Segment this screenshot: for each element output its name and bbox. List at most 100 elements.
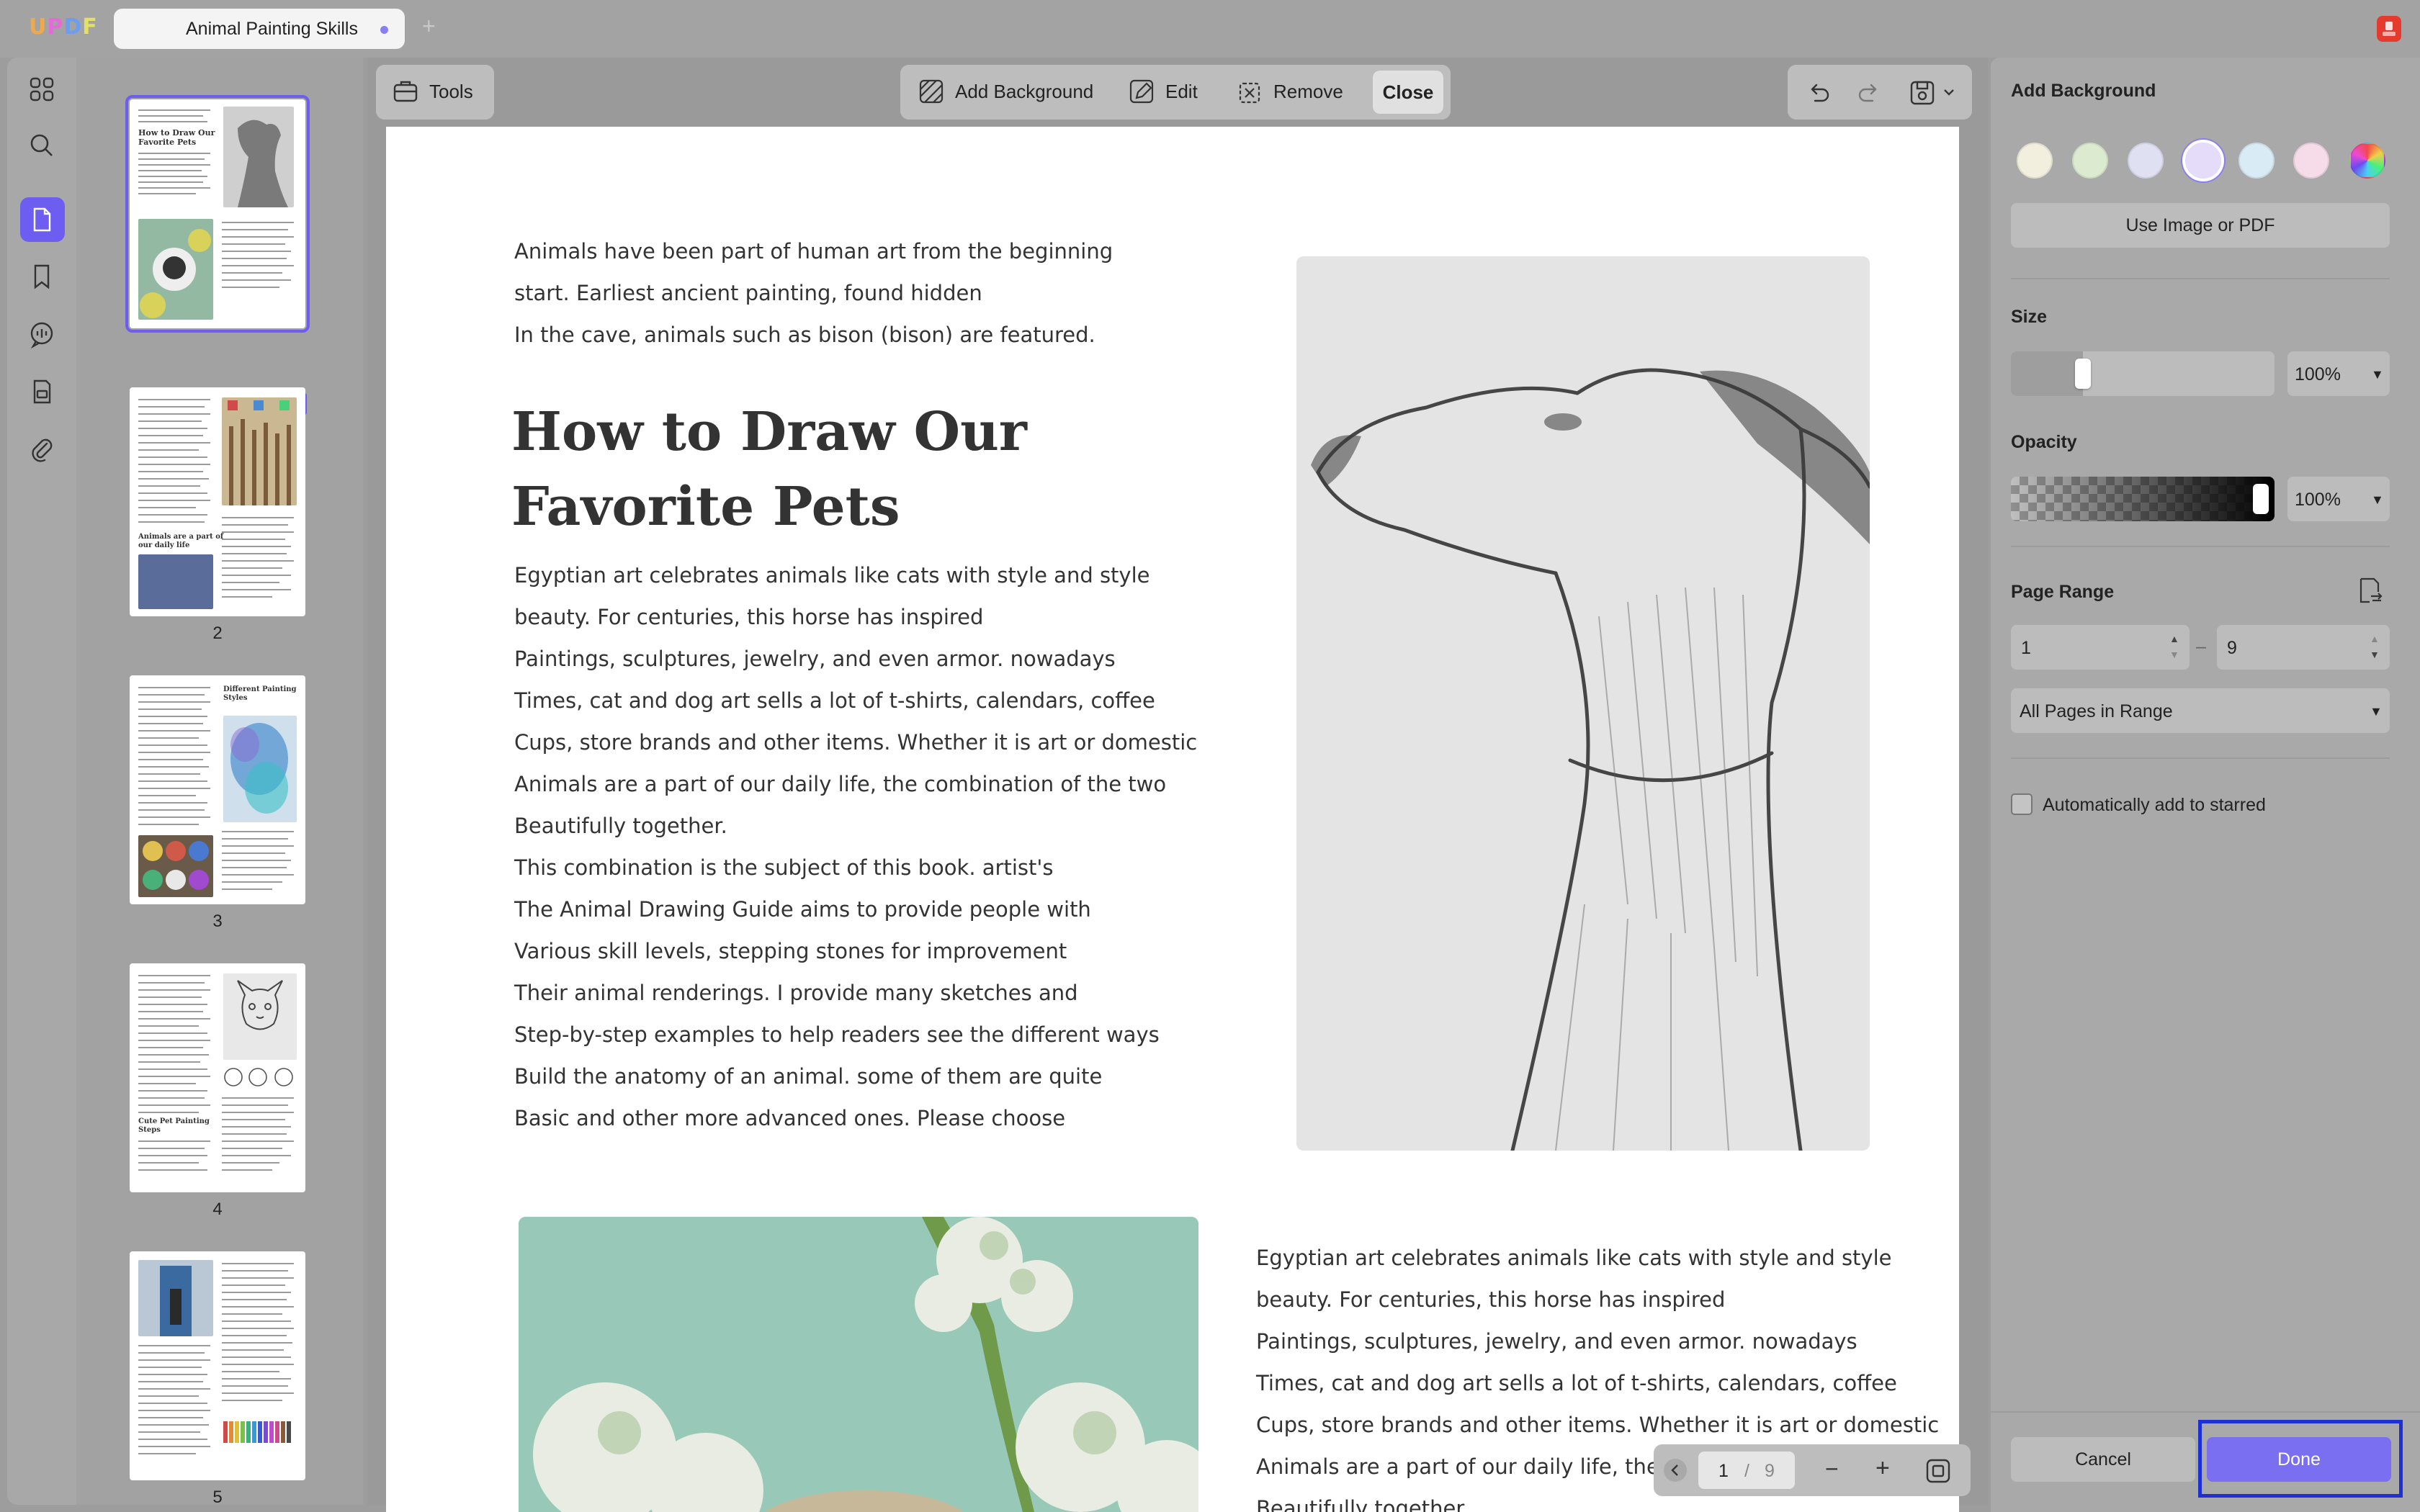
thumb-brushes-image (222, 397, 297, 505)
page-separator: / (1744, 1461, 1749, 1481)
remove-icon (1239, 82, 1260, 104)
body-line: Cups, store brands and other items. Whet… (514, 730, 1198, 755)
stamp-icon[interactable] (26, 376, 58, 408)
thumb-dog-image (223, 107, 294, 207)
panel-title: Add Background (2011, 81, 2156, 101)
color-swatch-blue-gray[interactable] (2128, 143, 2164, 179)
body-line: Animals are a part of our daily life, th… (514, 772, 1167, 796)
size-slider-thumb[interactable] (2075, 359, 2091, 389)
color-swatch-lavender-selected[interactable] (2182, 140, 2224, 181)
intro-text-line: start. Earliest ancient painting, found … (514, 281, 982, 305)
new-tab-button[interactable]: + (422, 14, 436, 37)
body-line: beauty. For centuries, this horse has in… (514, 605, 984, 629)
save-icon[interactable] (1909, 78, 1936, 107)
close-button[interactable]: Close (1373, 71, 1443, 114)
background-pattern-icon (919, 79, 944, 104)
use-image-or-pdf-button[interactable]: Use Image or PDF (2011, 203, 2390, 248)
tools-label: Tools (429, 80, 473, 102)
opacity-slider-thumb[interactable] (2253, 484, 2269, 514)
body-line: The Animal Drawing Guide aims to provide… (514, 897, 1091, 922)
undo-icon[interactable] (1805, 79, 1831, 105)
zoom-out-button[interactable]: − (1825, 1456, 1839, 1482)
increment-icon[interactable]: ▲ (2370, 634, 2380, 644)
done-button[interactable]: Done (2207, 1437, 2391, 1482)
thumbnail-panel: How to Draw OurFavorite Pets 1 (76, 58, 363, 1507)
opacity-label: Opacity (2011, 432, 2077, 452)
remove-background-button[interactable]: Remove (1236, 78, 1343, 105)
opacity-value-select[interactable]: 100% ▼ (2287, 477, 2390, 521)
footer-divider (1991, 1411, 2420, 1413)
attachment-icon[interactable] (26, 433, 58, 465)
chevron-down-icon: ▼ (2371, 367, 2384, 382)
zoom-in-button[interactable]: + (1876, 1454, 1890, 1482)
history-toolbar (1788, 65, 1972, 120)
range-to-input[interactable]: 9 ▲ ▼ (2217, 625, 2390, 670)
color-swatch-cream[interactable] (2017, 143, 2053, 179)
search-icon[interactable] (26, 130, 58, 161)
body-line: Times, cat and dog art sells a lot of t-… (1256, 1371, 1897, 1395)
thumb-heading: Cute Pet Painting Steps (138, 1117, 210, 1134)
page-number-5: 5 (212, 1488, 223, 1507)
tools-button[interactable]: Tools (376, 65, 494, 120)
divider (2011, 757, 2390, 759)
thumb-watercolor-image (223, 716, 297, 822)
pages-icon[interactable] (26, 204, 58, 235)
cancel-button[interactable]: Cancel (2011, 1437, 2195, 1482)
opacity-gradient (2011, 477, 2275, 521)
add-background-panel (1991, 58, 2420, 1512)
add-background-button[interactable]: Add Background (918, 78, 1093, 105)
decrement-icon[interactable]: ▼ (2169, 649, 2179, 660)
auto-star-checkbox[interactable] (2011, 793, 2033, 815)
body-line: Paintings, sculptures, jewelry, and even… (1256, 1329, 1857, 1354)
increment-icon[interactable]: ▲ (2169, 634, 2179, 644)
thumb-sketch-image (223, 973, 297, 1060)
page-range-icon[interactable] (2355, 576, 2384, 605)
remove-label: Remove (1273, 80, 1343, 102)
body-line: Their animal renderings. I provide many … (514, 981, 1078, 1005)
page-thumbnail-4[interactable]: Cute Pet Painting Steps (130, 963, 305, 1192)
range-from-input[interactable]: 1 ▲ ▼ (2011, 625, 2190, 670)
grid-icon[interactable] (26, 73, 58, 105)
profile-icon[interactable] (2377, 16, 2401, 42)
size-slider[interactable] (2011, 351, 2275, 396)
comment-icon[interactable] (26, 318, 58, 350)
document-tab[interactable]: Animal Painting Skills (114, 9, 405, 49)
dog-sketch-image (1296, 256, 1870, 1151)
bookmark-icon[interactable] (26, 261, 58, 292)
tab-title: Animal Painting Skills (186, 19, 358, 39)
size-value-select[interactable]: 100% ▼ (2287, 351, 2390, 396)
thumb-small-sketches (222, 1063, 297, 1092)
chevron-down-icon[interactable] (1942, 85, 1956, 99)
page-navigation-bar: 1 / 9 − + (1654, 1444, 1971, 1496)
edit-background-button[interactable]: Edit (1128, 78, 1198, 105)
auto-star-label: Automatically add to starred (2043, 795, 2266, 815)
page-number-input[interactable]: 1 / 9 (1698, 1452, 1795, 1489)
range-mode-select[interactable]: All Pages in Range ▼ (2011, 688, 2390, 733)
chevron-down-icon: ▼ (2371, 492, 2384, 507)
app-logo: UPDF (29, 14, 98, 40)
opacity-slider[interactable] (2011, 477, 2275, 521)
color-swatch-light-blue[interactable] (2238, 143, 2275, 179)
color-picker-icon[interactable] (2349, 143, 2385, 179)
chevron-down-icon: ▼ (2370, 704, 2383, 719)
divider (2011, 546, 2390, 547)
decrement-icon[interactable]: ▼ (2370, 649, 2380, 660)
body-line: Various skill levels, stepping stones fo… (514, 939, 1067, 963)
size-label: Size (2011, 307, 2048, 327)
page-thumbnail-3[interactable]: Different Painting Styles (130, 675, 305, 904)
body-line: Step-by-step examples to help readers se… (514, 1022, 1160, 1047)
page-thumbnail-2[interactable]: Animals are a part of our daily life (130, 387, 305, 616)
previous-page-button[interactable] (1664, 1459, 1687, 1482)
thumb-door-image (138, 1260, 213, 1336)
redo-icon[interactable] (1857, 79, 1883, 105)
body-line: Beautifully together. (514, 814, 727, 838)
color-swatch-green[interactable] (2072, 143, 2108, 179)
color-swatch-pink[interactable] (2293, 143, 2329, 179)
current-page: 1 (1718, 1461, 1729, 1481)
page-thumbnail-1[interactable]: How to Draw Our Favorite Pets (125, 95, 310, 333)
range-separator: – (2196, 636, 2206, 657)
add-background-label: Add Background (955, 80, 1094, 102)
page-thumbnail-5[interactable] (130, 1251, 305, 1480)
thumb-pencils-image (222, 1418, 297, 1444)
fit-page-icon[interactable] (1924, 1457, 1952, 1485)
